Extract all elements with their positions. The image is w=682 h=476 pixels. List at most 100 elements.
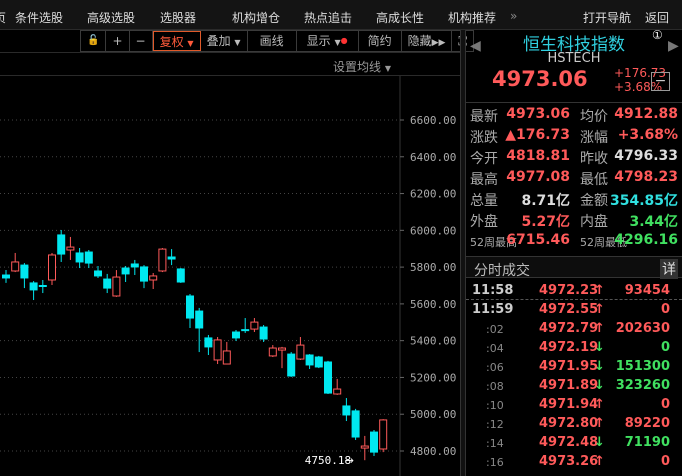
candle bbox=[259, 325, 268, 342]
y-tick-label: 6400.00 bbox=[410, 151, 456, 164]
open-nav-button[interactable]: 打开导航 bbox=[583, 9, 631, 26]
candle-body bbox=[268, 347, 277, 357]
candle bbox=[268, 345, 277, 358]
tick-time: :04 bbox=[486, 342, 504, 355]
stat-value: +3.68% bbox=[617, 127, 678, 143]
tick-volume: 0 bbox=[660, 454, 670, 469]
candle-body bbox=[204, 337, 213, 348]
ticks-title: 分时成交 bbox=[474, 263, 530, 279]
candle bbox=[222, 341, 231, 365]
stat-row: 总量 8.71亿 金额 354.85亿 bbox=[466, 187, 682, 209]
tick-price: 4972.48 bbox=[539, 435, 599, 450]
detail-button[interactable]: 详 bbox=[660, 259, 678, 279]
stat-label: 内盘 bbox=[580, 214, 608, 230]
candle-body bbox=[176, 268, 185, 283]
collapse-button[interactable]: − bbox=[651, 72, 670, 91]
candle bbox=[314, 355, 323, 369]
stat-label: 外盘 bbox=[470, 214, 498, 230]
stat-row: 今开 4818.81 昨收 4796.33 bbox=[466, 145, 682, 167]
candle bbox=[324, 360, 332, 394]
candle-body bbox=[241, 329, 250, 332]
back-button[interactable]: 返回 bbox=[645, 9, 669, 26]
y-tick-label: 4800.00 bbox=[410, 445, 456, 458]
stat-value: 5.27亿 bbox=[521, 214, 570, 230]
tick-price: 4971.89 bbox=[539, 378, 599, 393]
arrow-up-icon: ↑ bbox=[594, 302, 605, 317]
tick-time: :12 bbox=[486, 418, 504, 431]
candle bbox=[278, 346, 286, 369]
candle-body bbox=[121, 267, 130, 275]
candle-body bbox=[103, 278, 112, 289]
candle-body bbox=[186, 295, 194, 319]
tick-row: :14 4972.48 ↓ 71190 bbox=[466, 433, 682, 452]
candle-body bbox=[38, 285, 47, 287]
candle-body bbox=[324, 361, 332, 394]
candle bbox=[75, 247, 84, 269]
candle-body bbox=[20, 264, 29, 279]
candlestick-chart[interactable]: 6600.00 6400.00 6200.00 6000.00 5800.00 5600.… bbox=[0, 0, 460, 476]
tick-volume: 323260 bbox=[615, 378, 670, 393]
candle bbox=[149, 272, 158, 289]
stat-row: 52周最高 6715.46 52周最低 4296.16 bbox=[466, 229, 682, 250]
tick-row: :16 4973.26 ↑ 0 bbox=[466, 452, 682, 471]
candle-body bbox=[305, 354, 314, 366]
candle bbox=[112, 270, 121, 297]
tick-price: 4972.79 bbox=[539, 321, 599, 336]
arrow-down-icon: ↓ bbox=[594, 435, 605, 450]
candle bbox=[370, 430, 378, 456]
stat-label: 昨收 bbox=[580, 151, 608, 167]
arrow-up-icon: ↑ bbox=[594, 397, 605, 412]
candle bbox=[94, 266, 102, 278]
tick-row: 11:59 4972.55 ↑ 0 bbox=[466, 300, 682, 319]
candle-body bbox=[278, 347, 286, 351]
candle bbox=[57, 229, 66, 262]
stat-value: 4796.33 bbox=[614, 148, 678, 164]
candle-body bbox=[57, 234, 66, 255]
tick-volume: 93454 bbox=[624, 283, 670, 298]
candle bbox=[66, 236, 75, 260]
candle-body bbox=[222, 350, 231, 365]
stat-value: 4818.81 bbox=[506, 148, 570, 164]
stat-label: 最高 bbox=[470, 172, 498, 188]
candle-body bbox=[333, 388, 342, 395]
y-tick-label: 5800.00 bbox=[410, 261, 456, 274]
candle bbox=[2, 270, 10, 283]
candle bbox=[342, 398, 351, 422]
candle bbox=[296, 336, 305, 360]
stat-label: 最低 bbox=[580, 172, 608, 188]
tick-volume: 0 bbox=[660, 302, 670, 317]
arrow-down-icon: ↓ bbox=[594, 340, 605, 355]
candle-body bbox=[232, 331, 240, 339]
tick-time: :10 bbox=[486, 399, 504, 412]
arrow-up-icon: ↑ bbox=[594, 321, 605, 336]
candle bbox=[158, 247, 167, 273]
tick-volume: 0 bbox=[660, 340, 670, 355]
y-tick-label: 6000.00 bbox=[410, 224, 456, 237]
stat-label: 金额 bbox=[580, 193, 608, 209]
tick-time: :16 bbox=[486, 456, 504, 469]
tick-row: :08 4971.89 ↓ 323260 bbox=[466, 376, 682, 395]
candle-body bbox=[370, 431, 378, 453]
tick-volume: 202630 bbox=[615, 321, 670, 336]
candle-body bbox=[195, 310, 204, 329]
stat-row: 最高 4977.08 最低 4798.23 bbox=[466, 166, 682, 188]
quote-panel: ◀ ▶ 恒生科技指数 ① HSTECH 4973.06 +176.73 +3.6… bbox=[466, 28, 682, 476]
stat-value: 4912.88 bbox=[614, 106, 678, 122]
stat-value: 3.44亿 bbox=[629, 214, 678, 230]
candle bbox=[379, 419, 388, 453]
candle-body bbox=[112, 276, 121, 297]
y-tick-label: 5000.00 bbox=[410, 408, 456, 421]
arrow-down-icon: ↓ bbox=[594, 359, 605, 374]
tick-row: :06 4971.95 ↓ 151300 bbox=[466, 357, 682, 376]
candle-body bbox=[2, 274, 10, 279]
tick-volume: 151300 bbox=[615, 359, 670, 374]
tick-time: 11:58 bbox=[472, 283, 514, 298]
stat-row: 外盘 5.27亿 内盘 3.44亿 bbox=[466, 208, 682, 230]
candle bbox=[204, 334, 213, 356]
arrow-up-icon: ↑ bbox=[594, 416, 605, 431]
tick-price: 4972.55 bbox=[539, 302, 599, 317]
candle-body bbox=[259, 326, 268, 340]
menu-more-button[interactable]: » bbox=[510, 9, 517, 23]
stat-value: 8.71亿 bbox=[521, 193, 570, 209]
y-tick-label: 6200.00 bbox=[410, 188, 456, 201]
